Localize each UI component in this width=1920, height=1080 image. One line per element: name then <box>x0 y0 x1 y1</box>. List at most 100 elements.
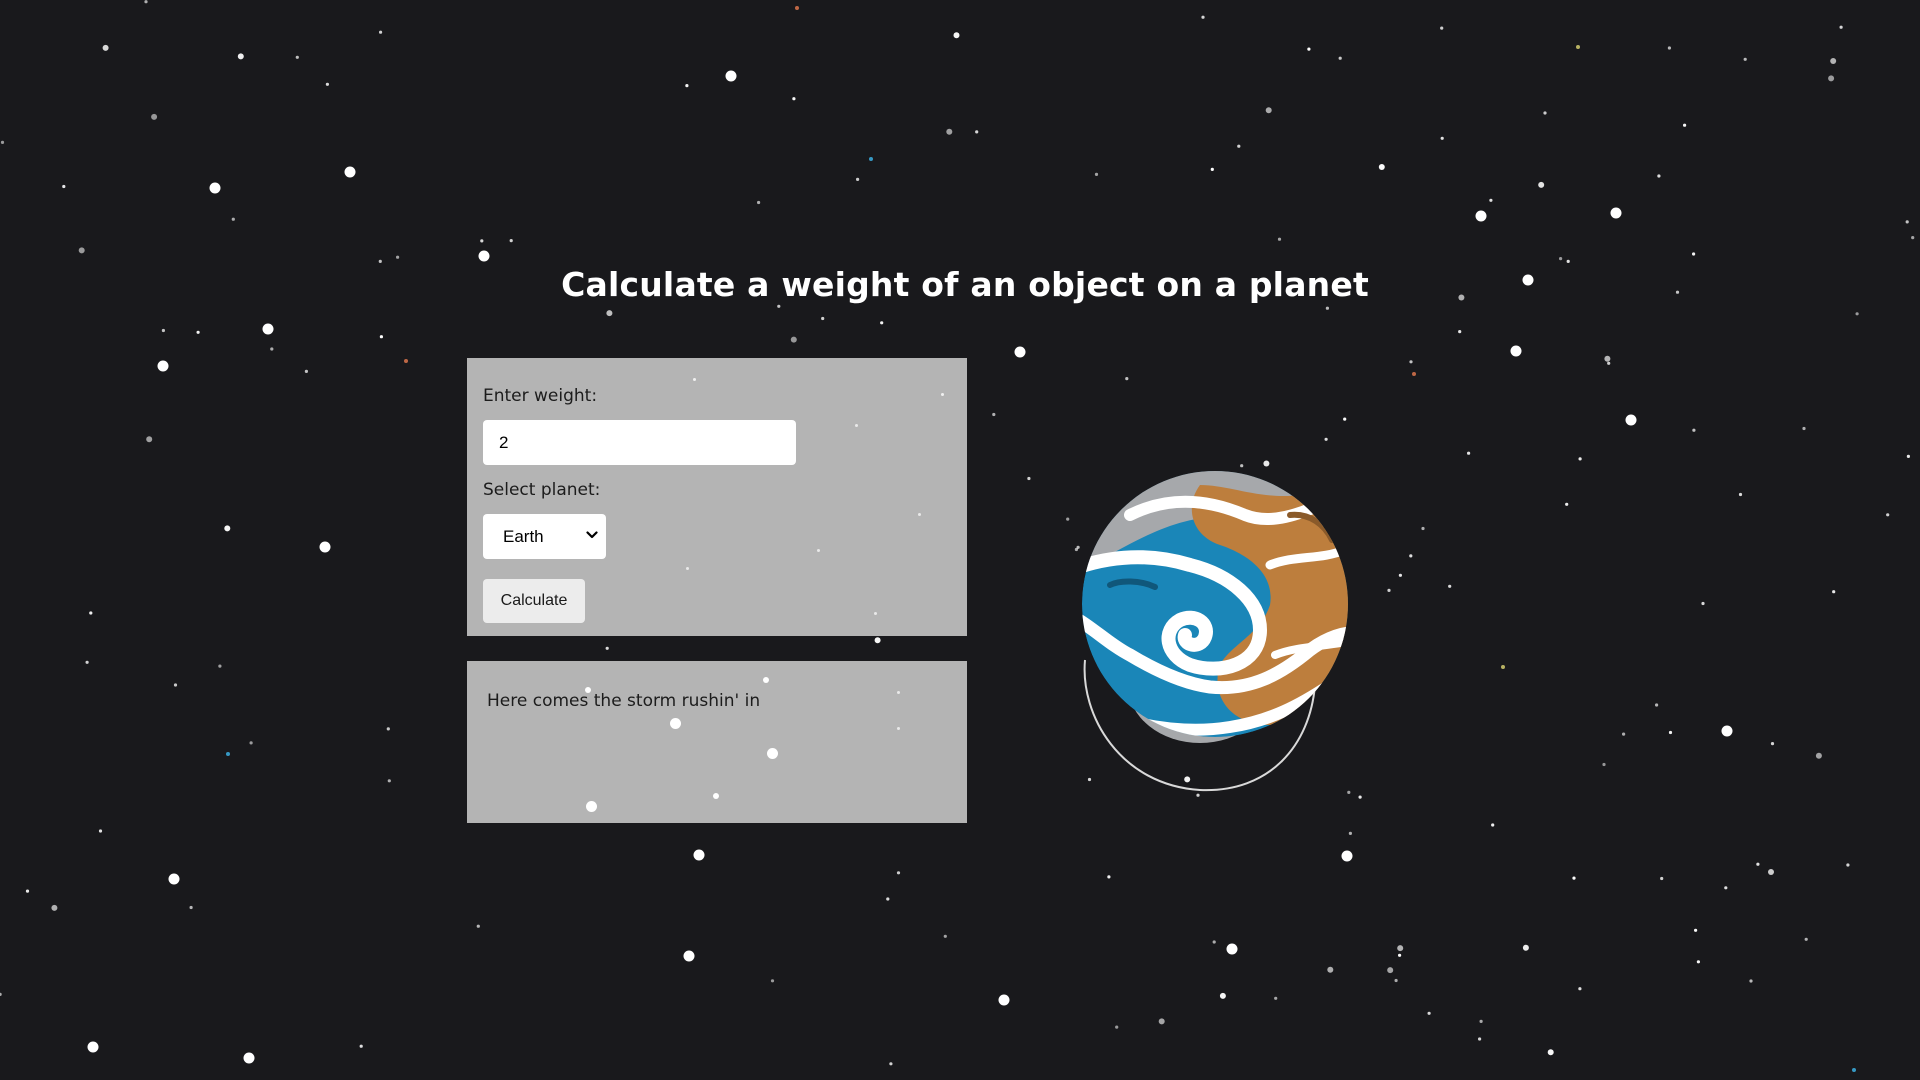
star-dot <box>1440 26 1444 30</box>
star-dot <box>196 330 200 334</box>
star-dot <box>1412 372 1416 376</box>
star-dot <box>295 55 299 59</box>
star-dot <box>790 336 797 343</box>
star-dot <box>725 70 737 82</box>
star-dot <box>886 897 890 901</box>
star-dot <box>605 646 609 650</box>
star-dot <box>1694 928 1698 932</box>
star-dot <box>1378 164 1385 170</box>
star-dot <box>606 310 613 317</box>
star-dot <box>889 1062 893 1066</box>
star-dot <box>792 97 796 101</box>
star-dot <box>387 779 391 783</box>
star-dot <box>1212 940 1216 944</box>
star-dot <box>1398 953 1402 957</box>
star-dot <box>1125 377 1129 381</box>
star-dot <box>1749 979 1753 983</box>
page-title: Calculate a weight of an object on a pla… <box>561 265 1369 304</box>
star-dot <box>102 44 109 51</box>
star-dot <box>992 412 996 417</box>
star-dot <box>1397 945 1404 952</box>
star-dot <box>1325 306 1329 310</box>
star-dot <box>1886 513 1890 517</box>
star-dot <box>1905 220 1909 224</box>
star-dot <box>218 664 222 668</box>
star-dot <box>480 239 484 243</box>
star-dot <box>1692 252 1696 256</box>
star-dot <box>1479 1019 1483 1024</box>
star-dot <box>1409 360 1413 364</box>
star-dot <box>1625 414 1637 426</box>
star-dot <box>0 992 2 996</box>
star-dot <box>1602 762 1606 767</box>
star-dot <box>25 889 30 893</box>
star-dot <box>821 316 825 321</box>
star-dot <box>1274 996 1278 1000</box>
star-dot <box>146 436 153 443</box>
weight-input[interactable] <box>483 420 796 465</box>
star-dot <box>85 660 89 664</box>
star-dot <box>243 1052 255 1064</box>
star-dot <box>897 727 900 730</box>
star-dot <box>1743 57 1747 61</box>
star-dot <box>1852 1068 1856 1072</box>
star-dot <box>1610 207 1622 219</box>
star-dot <box>1066 517 1070 521</box>
star-dot <box>396 255 400 259</box>
star-dot <box>1458 330 1462 334</box>
star-dot <box>1855 312 1859 316</box>
star-dot <box>1467 451 1471 455</box>
star-dot <box>1522 944 1529 951</box>
star-dot <box>359 1044 363 1048</box>
star-dot <box>1804 937 1808 941</box>
star-dot <box>1478 1037 1482 1041</box>
star-dot <box>62 184 66 189</box>
planet-select[interactable]: Earth <box>483 514 606 559</box>
star-dot <box>1107 875 1111 879</box>
star-dot <box>1572 876 1576 880</box>
star-dot <box>1668 730 1673 735</box>
star-dot <box>1421 526 1425 531</box>
star-dot <box>1604 355 1611 362</box>
star-dot <box>1398 573 1402 577</box>
star-dot <box>144 0 148 4</box>
star-dot <box>1475 210 1487 222</box>
star-dot <box>1201 15 1205 19</box>
star-dot <box>1358 795 1362 799</box>
planet-icon <box>1082 471 1348 792</box>
star-dot <box>1491 823 1495 827</box>
star-dot <box>231 217 235 221</box>
star-dot <box>478 250 490 262</box>
star-dot <box>941 393 944 396</box>
star-dot <box>87 1041 99 1053</box>
planet-label: Select planet: <box>483 480 601 500</box>
star-dot <box>585 687 591 693</box>
star-dot <box>1387 967 1394 974</box>
star-dot <box>1538 181 1545 188</box>
star-dot <box>1014 346 1026 358</box>
star-dot <box>476 924 480 928</box>
star-dot <box>1237 144 1241 148</box>
star-dot <box>1226 943 1238 955</box>
calculate-button[interactable]: Calculate <box>483 579 585 623</box>
star-dot <box>586 801 597 812</box>
star-dot <box>1324 437 1328 441</box>
star-dot <box>1911 236 1915 240</box>
star-dot <box>151 113 158 120</box>
star-dot <box>1578 987 1582 991</box>
star-dot <box>1115 1025 1119 1029</box>
result-panel: Here comes the storm rushin' in <box>467 661 967 823</box>
star-dot <box>1701 601 1705 606</box>
star-dot <box>224 525 231 532</box>
star-dot <box>1576 45 1580 49</box>
star-dot <box>262 323 274 335</box>
star-dot <box>1427 1011 1431 1015</box>
star-dot <box>1489 198 1493 202</box>
star-dot <box>1738 492 1743 497</box>
star-dot <box>1307 47 1311 51</box>
star-dot <box>1348 831 1352 836</box>
star-dot <box>1566 259 1570 263</box>
star-dot <box>1660 876 1664 881</box>
star-dot <box>693 378 696 381</box>
star-dot <box>763 677 769 683</box>
